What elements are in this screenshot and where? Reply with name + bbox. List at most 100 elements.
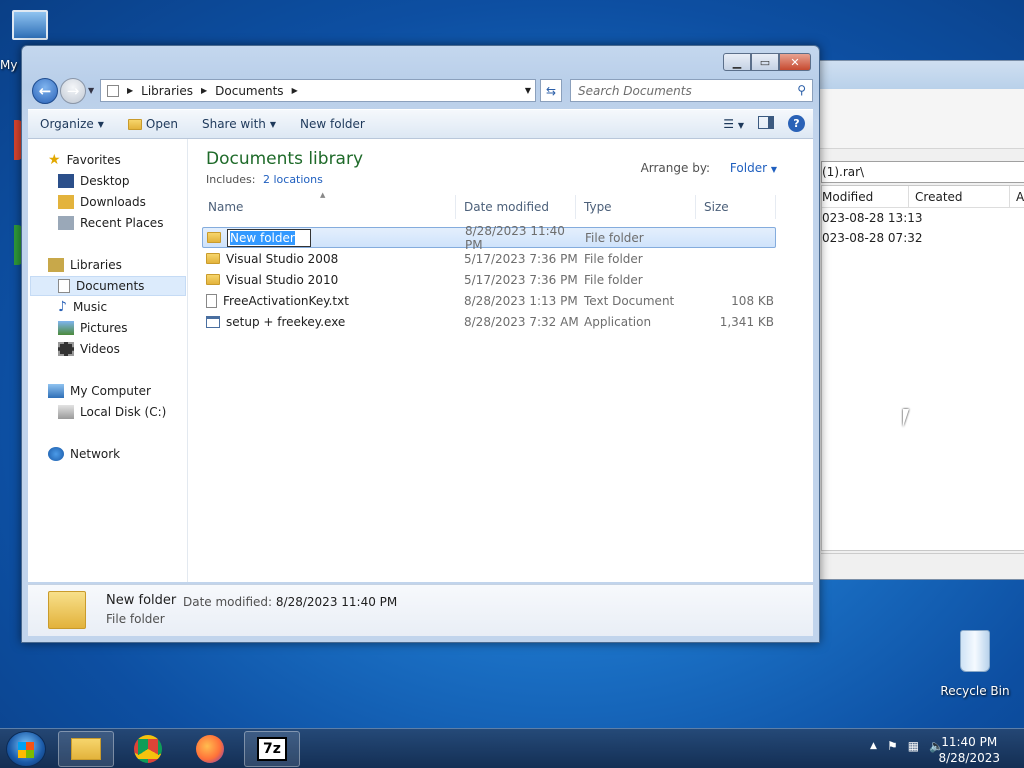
address-bar[interactable]: ▶ Libraries ▶ Documents ▶ ▼ [100,79,536,102]
column-date-modified[interactable]: Date modified [456,195,576,219]
open-folder-icon [127,118,142,130]
start-button[interactable] [6,731,46,767]
column-attributes[interactable]: A [1010,186,1024,207]
folder-icon [206,253,220,264]
search-icon[interactable]: ⚲ [797,83,806,97]
breadcrumb-separator-icon[interactable]: ▶ [292,86,298,95]
details-modified-value: 8/28/2023 11:40 PM [275,595,398,609]
videos-icon [58,342,74,356]
arrange-folder-dropdown[interactable]: Folder ▼ [722,161,777,175]
nav-label: Documents [76,279,145,293]
taskbar-clock[interactable]: 11:40 PM 8/28/2023 [938,734,1000,766]
column-label: Date modified [464,200,550,214]
nav-downloads[interactable]: Downloads [58,192,146,212]
details-type: File folder [106,612,165,626]
recent-pages-button[interactable]: ▼ [88,86,94,95]
file-list-pane[interactable]: Documents library Includes: 2 locations … [190,139,813,582]
nav-favorites[interactable]: ★ Favorites [48,150,121,170]
library-title: Documents library [206,149,364,169]
open-button[interactable]: Open [116,117,190,131]
minimize-icon: ▁ [732,55,742,69]
address-dropdown-icon[interactable]: ▼ [525,86,531,95]
file-row[interactable]: setup + freekey.exe 8/28/2023 7:32 AM Ap… [202,311,776,332]
nav-pictures[interactable]: Pictures [58,318,128,338]
archive-file-list[interactable]: Modified Created A 023-08-28 13:13 023-0… [821,185,1024,551]
column-label: Type [584,200,612,214]
nav-my-computer[interactable]: My Computer [48,381,151,401]
rename-input[interactable]: New folder [227,228,311,247]
maximize-button[interactable]: ▭ [751,53,779,71]
nav-desktop[interactable]: Desktop [58,171,130,191]
computer-icon [12,10,48,40]
folder-icon [71,738,101,760]
column-modified[interactable]: Modified [822,186,910,207]
preview-pane-button[interactable] [758,115,774,132]
archive-row[interactable]: 023-08-28 13:13 [822,208,1024,228]
star-icon: ★ [48,152,61,168]
column-name[interactable]: ▲ Name [200,191,456,219]
nav-documents[interactable]: Documents [30,276,186,296]
file-row-new-folder[interactable]: New folder 8/28/2023 11:40 PM File folde… [202,224,776,252]
nav-label: Local Disk (C:) [80,405,167,419]
folder-icon [48,591,86,629]
taskbar-7zip[interactable]: 7z [244,731,300,767]
nav-network[interactable]: Network [48,444,120,464]
explorer-window[interactable]: ▁ ▭ ✕ ← → ▼ ▶ Libraries ▶ Documents ▶ ▼ … [21,45,820,643]
breadcrumb-separator-icon[interactable]: ▶ [127,86,133,95]
close-button[interactable]: ✕ [779,53,811,71]
file-row[interactable]: FreeActivationKey.txt 8/28/2023 1:13 PM … [202,290,776,311]
folder-icon [207,232,221,243]
taskbar-chrome[interactable] [120,731,176,767]
chrome-icon [134,735,162,763]
share-with-button[interactable]: Share with ▼ [190,117,288,131]
locations-link[interactable]: 2 locations [263,173,323,186]
nav-libraries[interactable]: Libraries [48,255,122,275]
nav-recent-places[interactable]: Recent Places [58,213,163,233]
new-folder-button[interactable]: New folder [288,117,377,131]
breadcrumb-separator-icon[interactable]: ▶ [201,86,207,95]
column-size[interactable]: Size [696,195,776,219]
file-date: 5/17/2023 7:36 PM [464,251,578,266]
search-input[interactable]: Search Documents ⚲ [570,79,813,102]
nav-local-disk[interactable]: Local Disk (C:) [58,402,166,422]
archive-row[interactable]: 023-08-28 07:32 [822,228,1024,248]
file-row[interactable]: Visual Studio 2008 5/17/2023 7:36 PM Fil… [202,248,776,269]
organize-label: Organize [40,117,94,131]
breadcrumb-documents[interactable]: Documents [215,84,283,98]
show-hidden-icons-button[interactable]: ▲ [870,741,877,753]
taskbar-firefox[interactable] [182,731,238,767]
file-row[interactable]: Visual Studio 2010 5/17/2023 7:36 PM Fil… [202,269,776,290]
action-center-icon[interactable]: ⚑ [887,739,898,753]
archive-path-field[interactable]: (1).rar\ [821,161,1024,183]
nav-label: Pictures [80,321,128,335]
file-date: 8/28/2023 7:32 AM [464,314,579,329]
organize-button[interactable]: Organize ▼ [28,117,116,131]
back-button[interactable]: ← [32,78,58,104]
help-button[interactable]: ? [788,115,805,132]
minimize-button[interactable]: ▁ [723,53,751,71]
navigation-pane[interactable]: ★ Favorites Desktop Downloads Recent Plac… [28,139,188,582]
nav-music[interactable]: ♪ Music [58,297,107,317]
refresh-icon: ⇆ [545,83,557,98]
arrange-value: Folder [729,161,768,175]
7zip-label: 7z [263,741,281,757]
refresh-button[interactable]: ⇆ [540,79,562,102]
forward-arrow-icon: → [66,82,80,100]
column-type[interactable]: Type [576,195,696,219]
nav-videos[interactable]: Videos [58,339,120,359]
file-name: Visual Studio 2010 [226,272,339,287]
nav-label: Network [70,447,121,461]
network-status-icon[interactable]: ▦ [908,739,919,753]
change-view-button[interactable]: ☰ ▼ [723,117,744,131]
desktop-icon-label: Recycle Bin [940,684,1010,698]
hard-drive-icon [58,405,74,419]
forward-button[interactable]: → [60,78,86,104]
column-created[interactable]: Created [909,186,1010,207]
navigation-bar: ← → ▼ ▶ Libraries ▶ Documents ▶ ▼ ⇆ Sear… [30,78,813,104]
file-type: File folder [585,230,644,245]
chevron-down-icon: ▼ [770,165,777,174]
breadcrumb-libraries[interactable]: Libraries [141,84,193,98]
desktop-icon-recycle-bin[interactable]: Recycle Bin [940,630,1010,698]
clock-time: 11:40 PM [941,735,998,749]
taskbar-explorer[interactable] [58,731,114,767]
